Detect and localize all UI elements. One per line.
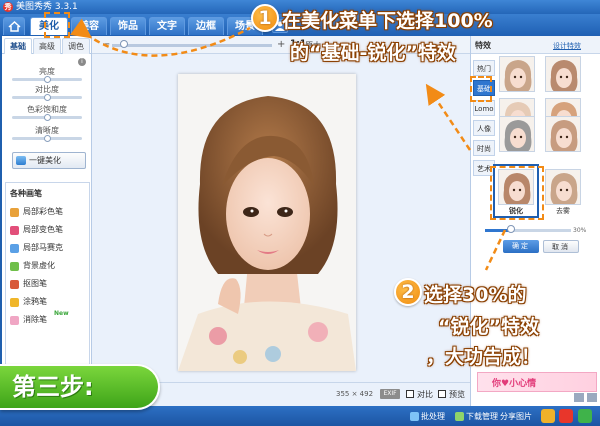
confirm-button[interactable]: 确定 — [503, 240, 539, 253]
favorite-icon[interactable] — [541, 409, 555, 423]
effect-thumb[interactable] — [499, 56, 535, 92]
zoom-knob[interactable] — [120, 40, 128, 48]
contrast-slider[interactable] — [12, 94, 82, 101]
tab-face[interactable]: 美容 — [71, 17, 107, 35]
blur-icon — [10, 262, 19, 271]
ad-text: 你♥小心情 — [492, 379, 537, 389]
app-logo-icon: 秀 — [3, 2, 13, 12]
effect-thumb-defog[interactable] — [545, 169, 581, 205]
brush-local-color[interactable]: 局部彩色笔 — [10, 205, 90, 219]
preview-icon — [438, 390, 446, 398]
effects-title: 特效 — [475, 41, 491, 50]
brush-mosaic[interactable]: 局部马赛克 — [10, 241, 90, 255]
weibo-icon[interactable] — [559, 409, 573, 423]
color-brush-icon — [10, 208, 19, 217]
beautify-tab-highlight — [44, 12, 70, 38]
brush-local-recolor[interactable]: 局部变色笔 — [10, 223, 90, 237]
compare-icon — [406, 390, 414, 398]
sharpness-knob[interactable] — [43, 135, 51, 142]
left-panel: 基础 高级 调色 i 亮度 对比度 色彩饱和度 清晰度 一键美化 各种画笔 局部… — [2, 36, 92, 406]
tab-border[interactable]: 边框 — [188, 17, 224, 35]
subtab-advanced[interactable]: 高级 — [33, 38, 61, 54]
basic-category-highlight — [470, 76, 492, 102]
edited-photo — [178, 74, 356, 371]
add-icon[interactable] — [578, 409, 592, 423]
scroll-prev-button[interactable] — [574, 393, 584, 402]
eraser-icon — [10, 316, 19, 325]
sharpness-slider[interactable] — [12, 135, 82, 142]
step2-number: 2 — [394, 278, 422, 306]
magic-icon — [16, 156, 26, 165]
effect-thumb-bw[interactable] — [499, 116, 535, 152]
info-icon[interactable]: i — [78, 58, 86, 66]
canvas-area — [92, 54, 470, 382]
image-size: 355 × 492 — [336, 390, 374, 398]
share-image-button[interactable]: 分享图片 — [500, 411, 532, 422]
zoom-in-icon[interactable]: + — [277, 39, 285, 50]
one-click-label: 一键美化 — [29, 156, 61, 165]
zoom-slider[interactable] — [112, 44, 272, 47]
download-manager-button[interactable]: 下载管理 — [455, 411, 498, 422]
ad-banner[interactable]: 你♥小心情 — [477, 372, 597, 392]
step1-number: 1 — [251, 4, 279, 32]
step2-text-line3: ，大功告成！ — [426, 346, 541, 368]
left-subtabs: 基础 高级 调色 — [2, 38, 92, 54]
brush-group: 各种画笔 局部彩色笔 局部变色笔 局部马赛克 背景虚化 抠图笔 涂鸦笔 消除笔 N… — [5, 182, 90, 367]
category-fashion[interactable]: 时尚 — [473, 140, 495, 156]
subtab-color[interactable]: 调色 — [62, 38, 90, 54]
download-icon — [455, 412, 464, 421]
effect-strength-knob[interactable] — [506, 225, 515, 233]
exif-button[interactable]: EXIF — [380, 389, 400, 399]
compare-button[interactable]: 对比 — [406, 389, 433, 400]
home-icon — [8, 21, 21, 32]
step1-text-line2: 的“基础-锐化”特效 — [290, 42, 456, 64]
category-portrait[interactable]: 人像 — [473, 120, 495, 136]
tab-text[interactable]: 文字 — [149, 17, 185, 35]
brush-eraser[interactable]: 消除笔 New — [10, 310, 90, 327]
effects-header: 特效 设计特效 — [471, 36, 600, 54]
step-badge: 第三步: — [0, 364, 160, 410]
effect-label-defog: 去雾 — [556, 207, 570, 215]
zoom-out-icon[interactable]: − — [102, 39, 110, 50]
category-lomo[interactable]: Lomo — [473, 100, 495, 116]
portrait-image — [178, 74, 356, 371]
recolor-brush-icon — [10, 226, 19, 235]
new-badge: New — [54, 310, 69, 317]
effect-thumb-noise[interactable] — [545, 116, 581, 152]
cancel-button[interactable]: 取消 — [543, 240, 579, 253]
brightness-knob[interactable] — [43, 76, 51, 83]
saturation-knob[interactable] — [43, 114, 51, 121]
preview-button[interactable]: 预览 — [438, 389, 465, 400]
brush-group-title: 各种画笔 — [10, 189, 42, 198]
tab-accessory[interactable]: 饰品 — [110, 17, 146, 35]
brightness-slider[interactable] — [12, 76, 82, 83]
brush-background-blur[interactable]: 背景虚化 — [10, 259, 90, 273]
category-popular[interactable]: 热门 — [473, 60, 495, 76]
brush-doodle[interactable]: 涂鸦笔 — [10, 295, 90, 309]
sharpen-effect-highlight — [490, 166, 544, 220]
subtab-basic[interactable]: 基础 — [4, 38, 32, 54]
mosaic-icon — [10, 244, 19, 253]
step1-text-line1: 在美化菜单下选择100% — [282, 10, 493, 32]
saturation-slider[interactable] — [12, 114, 82, 121]
scroll-next-button[interactable] — [587, 393, 597, 402]
batch-process-button[interactable]: 批处理 — [410, 411, 445, 422]
design-effect-link[interactable]: 设计特效 — [553, 41, 581, 51]
step2-text-line1: 选择30%的 — [424, 284, 527, 306]
cutout-icon — [10, 280, 19, 289]
home-tab[interactable] — [3, 17, 25, 35]
brush-cutout[interactable]: 抠图笔 — [10, 277, 90, 291]
one-click-beautify-button[interactable]: 一键美化 — [12, 152, 86, 169]
pencil-icon — [10, 298, 19, 307]
step2-text-line2: “锐化”特效 — [438, 316, 539, 338]
contrast-knob[interactable] — [43, 94, 51, 101]
effect-strength-value: 30% — [573, 227, 587, 234]
batch-icon — [410, 412, 419, 421]
effect-thumb[interactable] — [545, 56, 581, 92]
